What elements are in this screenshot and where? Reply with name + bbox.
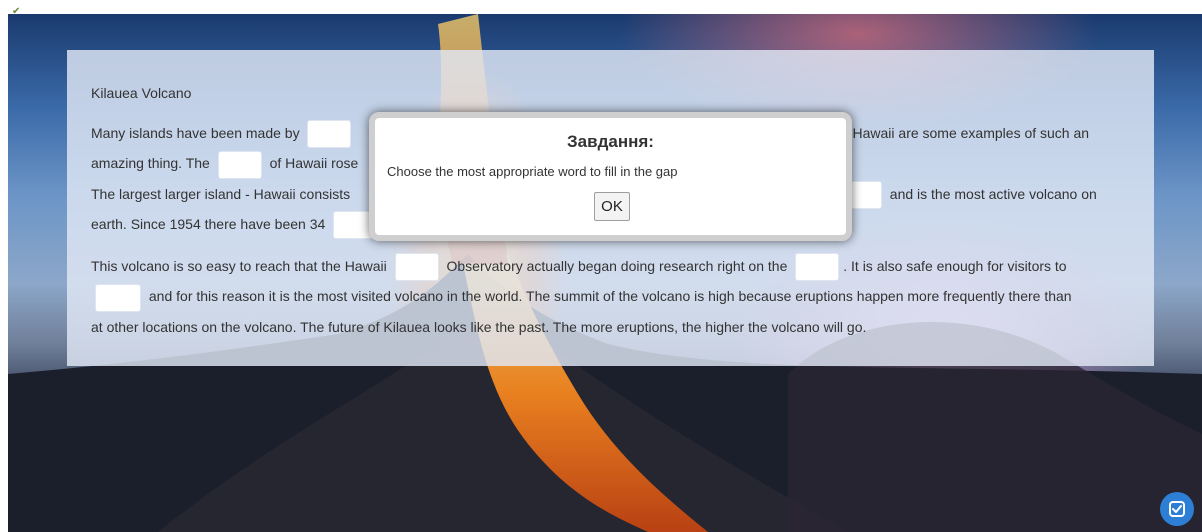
- text-segment: . It is also safe enough for visitors to: [843, 258, 1067, 275]
- text-segment: This volcano is so easy to reach that th…: [91, 258, 387, 275]
- text-segment: and Hawaii are some examples of such an: [825, 125, 1090, 141]
- text-segment: Many islands have been made by: [91, 125, 300, 141]
- text-segment: and for this reason it is the most visit…: [148, 288, 1072, 305]
- text-segment: earth. Since 1954 there have been 34: [91, 215, 326, 232]
- gap-input-5[interactable]: [394, 253, 439, 282]
- dialog-message: Choose the most appropriate word to fill…: [387, 164, 678, 179]
- corner-arrow-icon: ✔: [12, 6, 21, 17]
- text-segment: amazing thing. The: [91, 155, 210, 172]
- text-segment: and is the most active volcano on: [889, 185, 1097, 202]
- gap-input-1[interactable]: [307, 120, 352, 149]
- text-segment: The largest larger island - Hawaii consi…: [91, 185, 351, 202]
- gap-input-2[interactable]: [217, 150, 262, 179]
- check-square-icon: [1169, 501, 1185, 517]
- gap-input-6[interactable]: [795, 253, 840, 282]
- gap-input-7[interactable]: [95, 283, 141, 312]
- dialog-title: Завдання:: [567, 132, 654, 151]
- paragraph-2: This volcano is so easy to reach that th…: [91, 251, 1141, 342]
- text-segment: of Hawaii rose: [269, 155, 359, 172]
- ok-button[interactable]: OK: [594, 192, 630, 221]
- task-dialog: Завдання: Choose the most appropriate wo…: [369, 112, 852, 241]
- text-segment: at other locations on the volcano. The f…: [91, 318, 867, 335]
- text-segment: Observatory actually began doing researc…: [446, 258, 788, 275]
- check-answers-button[interactable]: [1160, 492, 1194, 526]
- document-title: Kilauea Volcano: [91, 85, 192, 101]
